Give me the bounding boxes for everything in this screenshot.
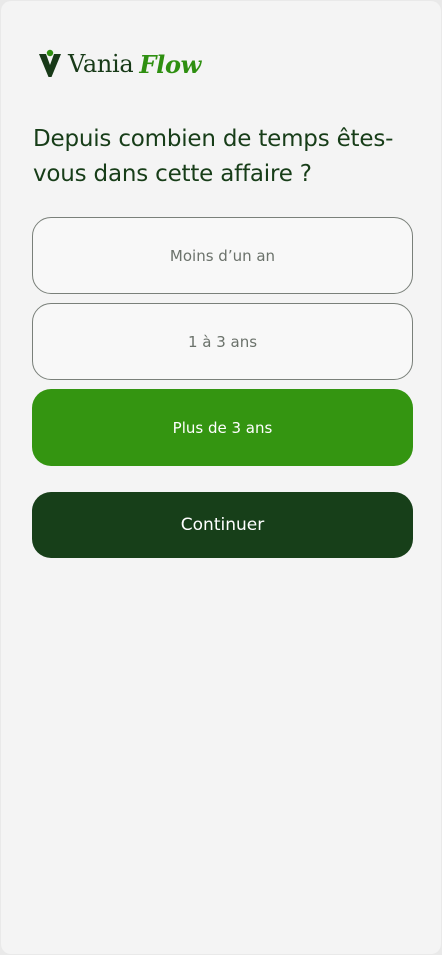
continue-button[interactable]: Continuer [32, 492, 413, 558]
screen: Vania Flow Depuis combien de temps êtes-… [1, 1, 441, 954]
brand-name-vania: Vania [68, 50, 134, 78]
option-less-than-one-year[interactable]: Moins d’un an [32, 217, 413, 294]
option-label: Plus de 3 ans [172, 418, 273, 437]
brand-name-flow: Flow [139, 49, 202, 79]
person-v-logo-icon [39, 49, 61, 77]
option-more-than-three-years[interactable]: Plus de 3 ans [32, 389, 413, 466]
continue-button-label: Continuer [180, 515, 265, 535]
question-title: Depuis combien de temps êtes-vous dans c… [33, 126, 394, 187]
option-one-to-three-years[interactable]: 1 à 3 ans [32, 303, 413, 380]
brand-logo: Vania Flow [38, 48, 201, 80]
option-label: Moins d’un an [169, 246, 276, 265]
option-label: 1 à 3 ans [187, 332, 258, 351]
